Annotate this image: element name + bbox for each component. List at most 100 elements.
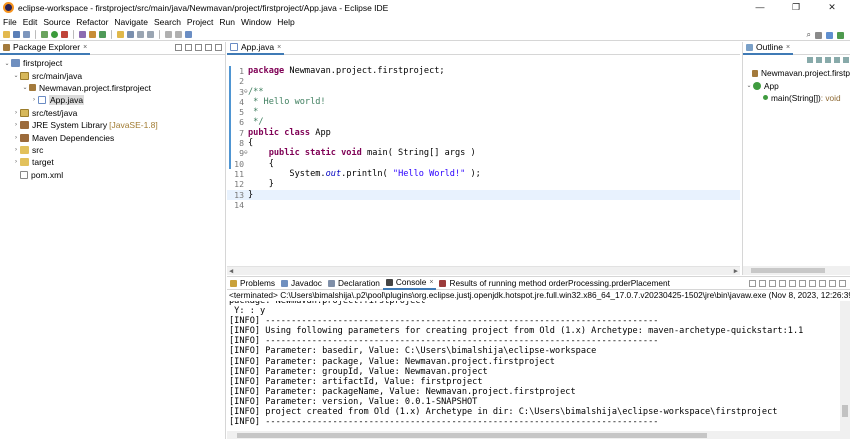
debug-perspective-icon[interactable] bbox=[837, 31, 844, 39]
tab-results[interactable]: Results of running method orderProcessin… bbox=[436, 277, 672, 290]
open-perspective-icon[interactable] bbox=[815, 31, 822, 39]
outline-item[interactable]: ⌄ App bbox=[743, 79, 850, 91]
collapse-all-icon[interactable] bbox=[175, 44, 182, 51]
new-java-project-icon[interactable] bbox=[79, 30, 86, 38]
chevron-right-icon[interactable]: › bbox=[30, 97, 38, 103]
tab-declaration[interactable]: Declaration bbox=[325, 277, 383, 290]
tab-app-java[interactable]: App.java × bbox=[227, 41, 285, 55]
tab-problems[interactable]: Problems bbox=[227, 277, 278, 290]
new-package-icon[interactable] bbox=[89, 30, 96, 38]
menu-item-search[interactable]: Search bbox=[154, 17, 181, 27]
forward-icon[interactable] bbox=[175, 30, 182, 38]
save-all-icon[interactable] bbox=[23, 30, 30, 38]
tree-item[interactable]: ⌄ firstproject bbox=[0, 57, 225, 69]
menu-item-source[interactable]: Source bbox=[43, 17, 70, 27]
scroll-right-icon[interactable]: ▶ bbox=[734, 267, 738, 275]
close-window-button[interactable]: ✕ bbox=[814, 0, 850, 15]
java-perspective-icon[interactable] bbox=[826, 31, 833, 39]
scrollbar-thumb[interactable] bbox=[237, 433, 707, 438]
maximize-button[interactable]: ❐ bbox=[778, 0, 814, 15]
tree-item[interactable]: › App.java bbox=[0, 94, 225, 106]
minimize-view-icon[interactable] bbox=[205, 44, 212, 51]
tree-item[interactable]: ⌄ src/main/java bbox=[0, 69, 225, 81]
maximize-view-icon[interactable] bbox=[215, 44, 222, 51]
minimize-view-icon[interactable] bbox=[829, 280, 836, 287]
annotation-next-icon[interactable] bbox=[137, 30, 144, 38]
editor-horizontal-scrollbar[interactable]: ◀ ▶ bbox=[227, 266, 740, 275]
console-output[interactable]: package: Newmavan.project.firstproject Y… bbox=[227, 301, 839, 431]
new-icon[interactable] bbox=[3, 30, 10, 38]
close-icon[interactable]: × bbox=[786, 44, 790, 51]
search-tool-icon[interactable] bbox=[127, 30, 134, 38]
save-icon[interactable] bbox=[13, 30, 20, 38]
chevron-down-icon[interactable]: ⌄ bbox=[21, 84, 29, 91]
chevron-right-icon[interactable]: › bbox=[12, 147, 20, 153]
clear-console-icon[interactable] bbox=[769, 280, 776, 287]
new-class-icon[interactable] bbox=[99, 30, 106, 38]
maximize-view-icon[interactable] bbox=[839, 280, 846, 287]
tab-console[interactable]: Console × bbox=[382, 277, 437, 290]
annotation-prev-icon[interactable] bbox=[147, 30, 154, 38]
remove-launch-icon[interactable] bbox=[759, 280, 766, 287]
pin-console-icon[interactable] bbox=[799, 280, 806, 287]
chevron-down-icon[interactable]: ⌄ bbox=[3, 60, 11, 67]
menu-item-window[interactable]: Window bbox=[241, 17, 271, 27]
console-vertical-scrollbar[interactable] bbox=[840, 301, 850, 431]
scroll-lock-icon[interactable] bbox=[779, 280, 786, 287]
terminate-icon[interactable] bbox=[749, 280, 756, 287]
hide-fields-icon[interactable] bbox=[816, 57, 822, 63]
chevron-right-icon[interactable]: › bbox=[12, 110, 20, 116]
minimize-button[interactable]: — bbox=[742, 0, 778, 15]
tree-item[interactable]: › src/test/java bbox=[0, 107, 225, 119]
scrollbar-thumb[interactable] bbox=[842, 405, 848, 417]
tab-javadoc[interactable]: Javadoc bbox=[278, 277, 325, 290]
menu-item-refactor[interactable]: Refactor bbox=[76, 17, 108, 27]
word-wrap-icon[interactable] bbox=[789, 280, 796, 287]
menu-item-edit[interactable]: Edit bbox=[23, 17, 38, 27]
tree-item[interactable]: pom.xml bbox=[0, 169, 225, 181]
open-console-icon[interactable] bbox=[819, 280, 826, 287]
tab-package-explorer[interactable]: Package Explorer × bbox=[0, 41, 91, 55]
open-type-icon[interactable] bbox=[117, 30, 124, 38]
debug-icon[interactable] bbox=[41, 30, 48, 38]
console-horizontal-scrollbar[interactable] bbox=[227, 431, 850, 439]
back-icon[interactable] bbox=[165, 30, 172, 38]
sort-icon[interactable] bbox=[807, 57, 813, 63]
chevron-right-icon[interactable]: › bbox=[12, 159, 20, 165]
scroll-left-icon[interactable]: ◀ bbox=[229, 267, 233, 275]
package-explorer-icon bbox=[3, 43, 10, 51]
outline-item[interactable]: Newmavan.project.firstp bbox=[743, 67, 850, 79]
tree-item[interactable]: › Maven Dependencies bbox=[0, 131, 225, 143]
code-editor[interactable]: 1 package Newmavan.project.firstproject; 2… bbox=[227, 55, 740, 275]
menu-item-navigate[interactable]: Navigate bbox=[114, 17, 148, 27]
tree-item[interactable]: › src bbox=[0, 144, 225, 156]
chevron-right-icon[interactable]: › bbox=[12, 122, 20, 128]
scrollbar-thumb[interactable] bbox=[751, 268, 825, 273]
menu-item-file[interactable]: File bbox=[3, 17, 17, 27]
close-icon[interactable]: × bbox=[429, 279, 433, 286]
view-menu-icon[interactable] bbox=[195, 44, 202, 51]
outline-horizontal-scrollbar[interactable] bbox=[743, 266, 850, 275]
tree-item[interactable]: › target bbox=[0, 156, 225, 168]
display-selected-console-icon[interactable] bbox=[809, 280, 816, 287]
close-icon[interactable]: × bbox=[83, 44, 87, 51]
external-tools-icon[interactable] bbox=[61, 30, 68, 38]
hide-nonpublic-icon[interactable] bbox=[834, 57, 840, 63]
tree-item[interactable]: › JRE System Library [JavaSE-1.8] bbox=[0, 119, 225, 131]
chevron-right-icon[interactable]: › bbox=[12, 135, 20, 141]
hide-static-icon[interactable] bbox=[825, 57, 831, 63]
chevron-down-icon[interactable]: ⌄ bbox=[12, 72, 20, 79]
link-with-editor-icon[interactable] bbox=[185, 44, 192, 51]
search-icon[interactable]: ⌕ bbox=[807, 30, 811, 40]
close-icon[interactable]: × bbox=[277, 44, 281, 51]
menu-item-run[interactable]: Run bbox=[219, 17, 235, 27]
view-menu-icon[interactable] bbox=[843, 57, 849, 63]
tree-item[interactable]: ⌄ Newmavan.project.firstproject bbox=[0, 82, 225, 94]
outline-item[interactable]: main(String[]) : void bbox=[743, 92, 850, 104]
chevron-down-icon[interactable]: ⌄ bbox=[745, 82, 753, 89]
pin-editor-icon[interactable] bbox=[185, 30, 192, 38]
run-icon[interactable] bbox=[51, 30, 58, 38]
menu-item-project[interactable]: Project bbox=[187, 17, 213, 27]
menu-item-help[interactable]: Help bbox=[277, 17, 294, 27]
tab-outline[interactable]: Outline × bbox=[743, 41, 794, 55]
